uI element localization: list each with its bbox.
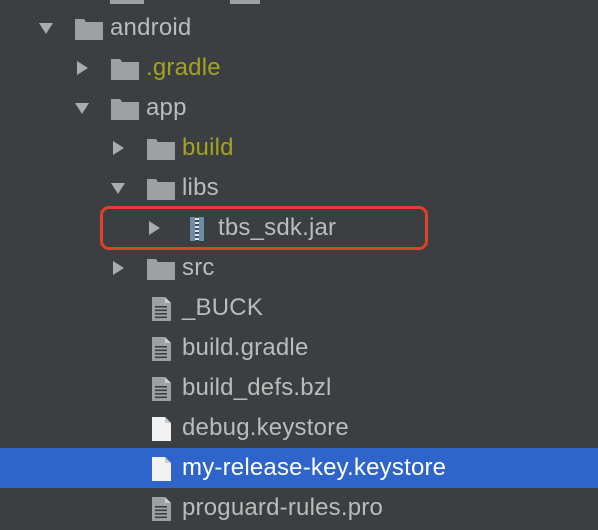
text-file-icon bbox=[152, 497, 171, 521]
tree-row[interactable]: src bbox=[0, 248, 598, 288]
tree-item-label: android bbox=[110, 14, 192, 41]
partial-row-above bbox=[110, 0, 144, 4]
tree-item-label: src bbox=[182, 254, 215, 281]
expand-arrow-icon[interactable] bbox=[38, 20, 54, 36]
file-icon bbox=[152, 457, 171, 481]
highlight-annotation-box bbox=[100, 206, 428, 250]
folder-icon bbox=[147, 139, 175, 160]
tree-row[interactable]: build bbox=[0, 128, 598, 168]
folder-icon bbox=[147, 179, 175, 200]
tree-row[interactable]: build_defs.bzl bbox=[0, 368, 598, 408]
tree-item-label: my-release-key.keystore bbox=[182, 454, 447, 481]
collapse-arrow-icon[interactable] bbox=[110, 140, 126, 156]
tree-row[interactable]: app bbox=[0, 88, 598, 128]
folder-icon bbox=[147, 259, 175, 280]
tree-item-label: build_defs.bzl bbox=[182, 374, 332, 401]
tree-item-label: build.gradle bbox=[182, 334, 309, 361]
text-file-icon bbox=[152, 337, 171, 361]
tree-row[interactable]: my-release-key.keystore bbox=[0, 448, 598, 488]
tree-item-label: libs bbox=[182, 174, 219, 201]
tree-row[interactable]: .gradle bbox=[0, 48, 598, 88]
tree-row[interactable]: proguard-rules.pro bbox=[0, 488, 598, 528]
expand-arrow-icon[interactable] bbox=[110, 180, 126, 196]
file-icon bbox=[152, 417, 171, 441]
folder-icon bbox=[111, 59, 139, 80]
collapse-arrow-icon[interactable] bbox=[110, 260, 126, 276]
collapse-arrow-icon[interactable] bbox=[74, 60, 90, 76]
project-tree: android .gradle app build libs tbs_sdk.jar src… bbox=[0, 0, 598, 530]
tree-row[interactable]: debug.keystore bbox=[0, 408, 598, 448]
tree-item-label: build bbox=[182, 134, 234, 161]
tree-row[interactable]: build.gradle bbox=[0, 328, 598, 368]
tree-item-label: _BUCK bbox=[182, 294, 264, 321]
tree-item-label: proguard-rules.pro bbox=[182, 494, 384, 521]
tree-row[interactable]: _BUCK bbox=[0, 288, 598, 328]
tree-item-label: app bbox=[146, 94, 187, 121]
tree-item-label: debug.keystore bbox=[182, 414, 349, 441]
folder-icon bbox=[111, 99, 139, 120]
partial-row-above bbox=[230, 0, 260, 4]
tree-item-label: .gradle bbox=[146, 54, 221, 81]
folder-icon bbox=[75, 19, 103, 40]
tree-row[interactable]: android bbox=[0, 8, 598, 48]
text-file-icon bbox=[152, 297, 171, 321]
text-file-icon bbox=[152, 377, 171, 401]
tree-row[interactable]: libs bbox=[0, 168, 598, 208]
expand-arrow-icon[interactable] bbox=[74, 100, 90, 116]
